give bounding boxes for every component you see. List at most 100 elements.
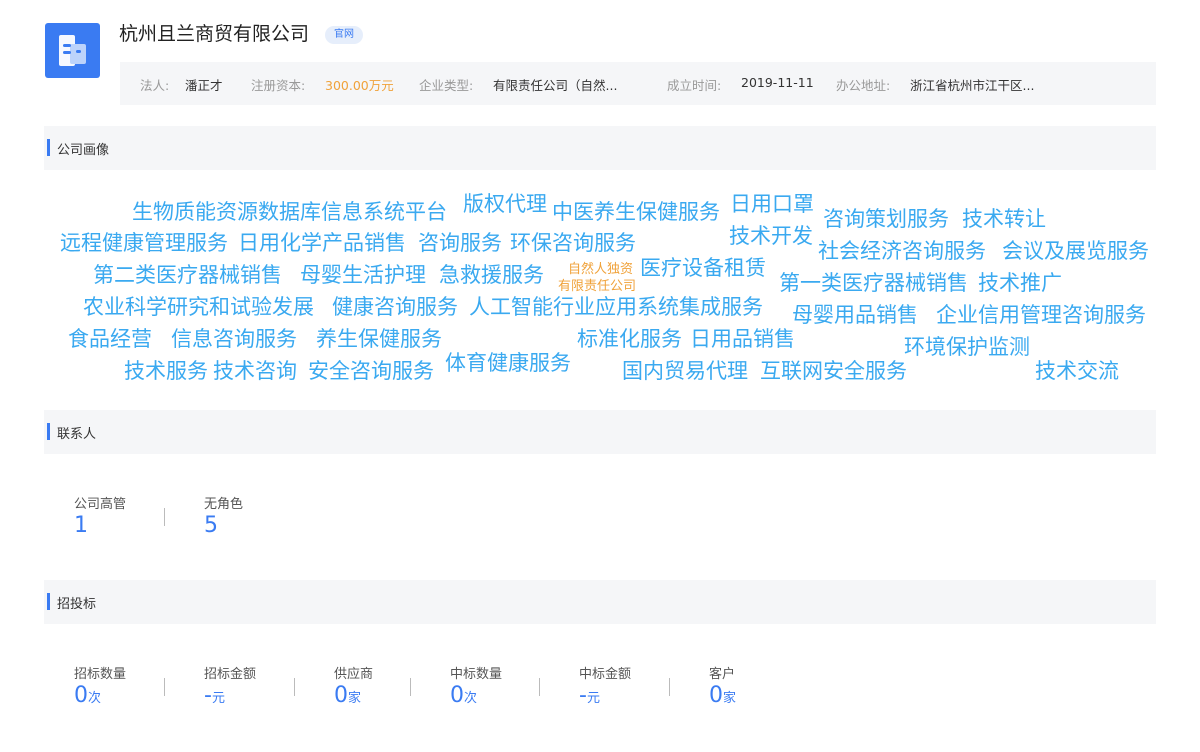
wordcloud-word[interactable]: 母婴用品销售	[792, 305, 918, 326]
wordcloud-word[interactable]: 技术转让	[962, 209, 1046, 230]
legal-person-label: 法人:	[140, 78, 170, 93]
wordcloud-word[interactable]: 技术开发	[729, 226, 813, 247]
stat-label: 招标数量	[74, 667, 127, 682]
stat-divider	[539, 678, 540, 696]
wordcloud-word[interactable]: 医疗设备租赁	[640, 258, 766, 279]
wordcloud-word[interactable]: 日用化学产品销售	[238, 233, 406, 254]
stat-unit: 元	[211, 691, 225, 706]
stat-label: 招标金额	[204, 667, 257, 682]
wordcloud-word[interactable]: 健康咨询服务	[332, 297, 458, 318]
section-contacts-header: 联系人	[44, 410, 1156, 454]
contact-stat-no-role[interactable]: 无角色 5	[204, 493, 243, 538]
section-title: 招投标	[57, 597, 97, 612]
wordcloud-word[interactable]: 环保咨询服务	[510, 233, 636, 254]
wordcloud-word[interactable]: 安全咨询服务	[308, 361, 434, 382]
wordcloud-word[interactable]: 咨询服务	[418, 233, 502, 254]
wordcloud-word[interactable]: 互联网安全服务	[760, 361, 907, 382]
wordcloud-word[interactable]: 食品经营	[68, 329, 152, 350]
wordcloud-word[interactable]: 咨询策划服务	[823, 209, 949, 230]
building-icon	[59, 35, 86, 66]
company-type-tag-line1: 自然人独资	[568, 262, 634, 277]
wordcloud-word[interactable]: 第一类医疗器械销售	[779, 273, 968, 294]
company-type-label: 企业类型:	[419, 78, 474, 93]
wordcloud-word[interactable]: 版权代理	[463, 194, 547, 215]
wordcloud-word[interactable]: 技术交流	[1035, 361, 1119, 382]
wordcloud-word[interactable]: 养生保健服务	[316, 329, 442, 350]
stat-value[interactable]: -元	[579, 683, 631, 708]
stat-value[interactable]: 1	[74, 513, 126, 538]
wordcloud-word[interactable]: 人工智能行业应用系统集成服务	[469, 297, 763, 318]
stat-label: 客户	[709, 667, 736, 682]
wordcloud-word[interactable]: 生物质能资源数据库信息系统平台	[132, 202, 447, 223]
bid-stat-customers[interactable]: 客户 0家	[709, 663, 736, 708]
wordcloud-word[interactable]: 会议及展览服务	[1002, 241, 1149, 262]
stat-divider	[164, 508, 165, 526]
stat-label: 无角色	[204, 497, 244, 512]
wordcloud-word[interactable]: 技术服务	[124, 361, 208, 382]
section-title: 联系人	[57, 427, 97, 442]
section-marker	[47, 593, 50, 610]
section-marker	[47, 139, 50, 156]
stat-value[interactable]: 0次	[450, 683, 502, 708]
stat-label: 供应商	[334, 667, 374, 682]
stat-number: -	[579, 683, 587, 708]
wordcloud-word[interactable]: 日用品销售	[690, 329, 795, 350]
bid-stat-tender-amount[interactable]: 招标金额 -元	[204, 663, 256, 708]
legal-person-value[interactable]: 潘正才	[185, 75, 223, 94]
bid-stat-tender-count[interactable]: 招标数量 0次	[74, 663, 126, 708]
stat-value[interactable]: 0家	[334, 683, 373, 708]
wordcloud-word[interactable]: 母婴生活护理	[300, 265, 426, 286]
wordcloud-word[interactable]: 日用口罩	[730, 194, 814, 215]
wordcloud-word[interactable]: 第二类医疗器械销售	[93, 265, 282, 286]
wordcloud-word[interactable]: 急救援服务	[439, 265, 544, 286]
stat-unit: 次	[464, 691, 478, 706]
address-value: 浙江省杭州市江干区...	[910, 78, 1035, 93]
contact-stat-executives[interactable]: 公司高管 1	[74, 493, 126, 538]
stat-divider	[164, 678, 165, 696]
stat-number: -	[204, 683, 212, 708]
section-portrait-header: 公司画像	[44, 126, 1156, 170]
bid-stat-award-count[interactable]: 中标数量 0次	[450, 663, 502, 708]
stat-divider	[410, 678, 411, 696]
established-value: 2019-11-11	[741, 75, 814, 90]
section-title: 公司画像	[57, 143, 110, 158]
bid-stat-award-amount[interactable]: 中标金额 -元	[579, 663, 631, 708]
stat-number: 0	[334, 683, 348, 708]
wordcloud-word[interactable]: 远程健康管理服务	[60, 233, 228, 254]
address-label: 办公地址:	[836, 78, 891, 93]
stat-label: 中标金额	[579, 667, 632, 682]
wordcloud-word[interactable]: 环境保护监测	[904, 337, 1030, 358]
established-label: 成立时间:	[667, 78, 722, 93]
wordcloud-word[interactable]: 体育健康服务	[445, 353, 571, 374]
wordcloud-word[interactable]: 社会经济咨询服务	[818, 241, 986, 262]
stat-label: 公司高管	[74, 497, 127, 512]
wordcloud-word[interactable]: 国内贸易代理	[622, 361, 748, 382]
capital-value: 300.00万元	[325, 78, 394, 93]
wordcloud-word[interactable]: 技术推广	[978, 273, 1062, 294]
company-info-bar: 法人: 潘正才 注册资本: 300.00万元 企业类型: 有限责任公司（自然..…	[120, 62, 1156, 105]
section-bidding-header: 招投标	[44, 580, 1156, 624]
stat-value[interactable]: 0次	[74, 683, 126, 708]
stat-divider	[294, 678, 295, 696]
stat-label: 中标数量	[450, 667, 503, 682]
company-logo	[45, 23, 100, 78]
business-scope-wordcloud: 生物质能资源数据库信息系统平台 版权代理 中医养生保健服务 日用口罩 咨询策划服…	[44, 178, 1156, 398]
wordcloud-word[interactable]: 信息咨询服务	[171, 329, 297, 350]
stat-unit: 家	[348, 691, 362, 706]
stat-value[interactable]: -元	[204, 683, 256, 708]
wordcloud-word[interactable]: 技术咨询	[213, 361, 297, 382]
bid-stat-suppliers[interactable]: 供应商 0家	[334, 663, 373, 708]
wordcloud-word[interactable]: 标准化服务	[577, 329, 682, 350]
stat-value[interactable]: 5	[204, 513, 243, 538]
official-site-badge[interactable]: 官网	[325, 26, 363, 44]
stat-unit: 次	[88, 691, 102, 706]
wordcloud-word[interactable]: 农业科学研究和试验发展	[83, 297, 314, 318]
company-type-tag-line2: 有限责任公司	[558, 279, 637, 294]
stat-value[interactable]: 0家	[709, 683, 737, 708]
stat-number: 0	[709, 683, 723, 708]
stat-divider	[669, 678, 670, 696]
wordcloud-word[interactable]: 中医养生保健服务	[552, 202, 720, 223]
wordcloud-word[interactable]: 企业信用管理咨询服务	[936, 305, 1146, 326]
stat-unit: 家	[723, 691, 737, 706]
capital-label: 注册资本:	[251, 78, 306, 93]
